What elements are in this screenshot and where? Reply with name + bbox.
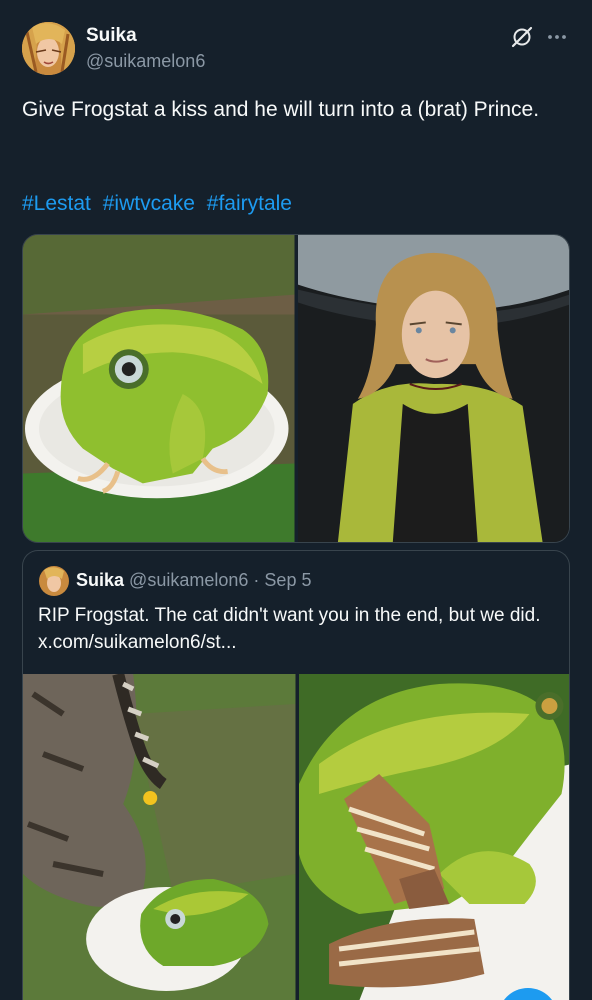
grok-icon[interactable]	[510, 25, 534, 49]
quoted-header: Suika @suikamelon6 · Sep 5	[76, 570, 311, 591]
tweet: Suika @suikamelon6 Give Frogstat a kiss …	[0, 0, 592, 1000]
author-avatar[interactable]	[22, 22, 75, 75]
more-icon[interactable]	[545, 25, 569, 49]
hashtags: #Lestat #iwtvcake #fairytale	[22, 189, 298, 218]
quoted-date: Sep 5	[264, 570, 312, 590]
media-image-cut-frog-cake[interactable]	[298, 674, 569, 1000]
hashtag-link[interactable]: #Lestat	[22, 192, 91, 215]
quoted-body: RIP Frogstat. The cat didn't want you in…	[38, 605, 541, 626]
quoted-media-grid	[23, 674, 569, 1000]
hashtag-link[interactable]: #fairytale	[207, 192, 292, 215]
quoted-author-name: Suika	[76, 570, 125, 590]
media-image-cat-and-frog-cake[interactable]	[23, 674, 296, 1000]
media-grid	[22, 234, 570, 543]
hashtag-link[interactable]: #iwtvcake	[103, 192, 195, 215]
quoted-separator: ·	[253, 570, 260, 590]
quoted-tweet[interactable]: Suika @suikamelon6 · Sep 5 RIP Frogstat.…	[22, 550, 570, 1000]
author-name[interactable]: Suika	[86, 25, 137, 47]
quoted-author-handle: @suikamelon6	[129, 570, 249, 590]
quoted-link[interactable]: x.com/suikamelon6/st...	[38, 632, 237, 653]
media-image-lestat[interactable]	[297, 235, 569, 542]
quoted-author-avatar	[39, 566, 69, 596]
tweet-text: Give Frogstat a kiss and he will turn in…	[22, 98, 540, 121]
author-handle[interactable]: @suikamelon6	[86, 51, 205, 72]
quoted-text: RIP Frogstat. The cat didn't want you in…	[38, 602, 558, 656]
media-image-frog-cake[interactable]	[23, 235, 295, 542]
